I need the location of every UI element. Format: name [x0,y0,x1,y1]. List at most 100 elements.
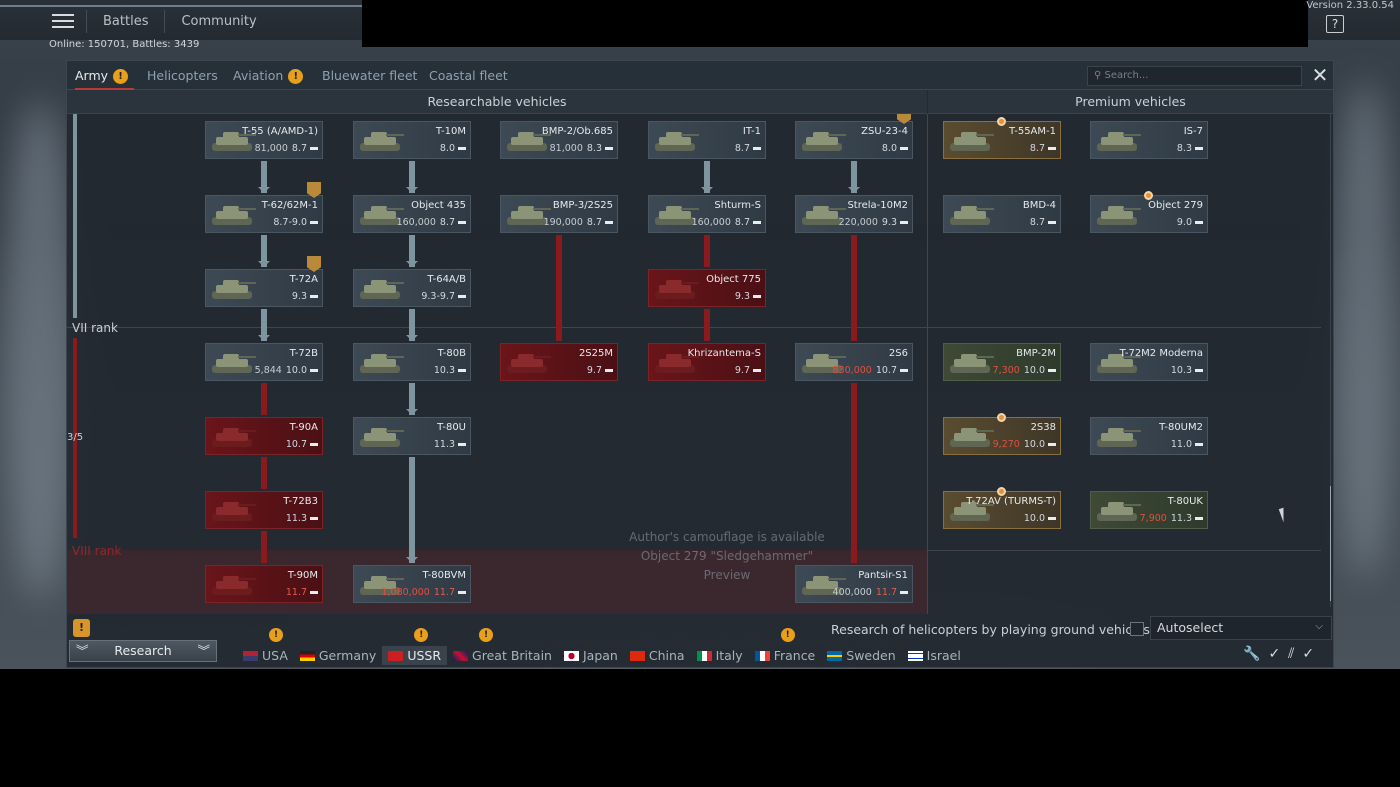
vehicle-card[interactable]: Object 435 160,000 8.7 [353,195,471,233]
vehicle-card[interactable]: IS-7 8.3 [1090,121,1208,159]
vehicle-card[interactable]: T-72B3 11.3 [205,491,323,529]
vehicle-name: T-80B [437,348,466,359]
vehicle-class-icon [605,369,613,372]
vehicle-card[interactable]: ZSU-23-4 8.0 [795,121,913,159]
scroll-thumb[interactable] [1330,486,1331,601]
close-icon[interactable]: ✕ [1310,65,1330,85]
vehicle-stats: 11.7 [286,587,318,598]
battle-rating: 11.3 [1170,513,1192,524]
alert-icon[interactable]: ! [73,619,90,637]
vehicle-card[interactable]: BMP-2/Ob.685 81,000 8.3 [500,121,618,159]
research-cost: 7,900 [1139,513,1167,524]
vehicle-card[interactable]: Shturm-S 160,000 8.7 [648,195,766,233]
vehicle-card[interactable]: T-72B 5,844 10.0 [205,343,323,381]
vehicle-card[interactable]: T-64A/B 9.3-9.7 [353,269,471,307]
scrollbar[interactable] [1330,114,1331,607]
search-input[interactable]: ⚲ Search... [1087,66,1302,86]
vehicle-stats: 8.0 [440,143,466,154]
tech-tree-link [556,235,562,341]
vehicle-card[interactable]: T-55AM-1 8.7 [943,121,1061,159]
vehicle-card[interactable]: T-80BVM 1,080,000 11.7 [353,565,471,603]
vehicle-card[interactable]: T-80UM2 11.0 [1090,417,1208,455]
vehicle-stats: 190,000 8.7 [544,217,613,228]
vehicle-card[interactable]: T-90A 10.7 [205,417,323,455]
vehicle-name: IT-1 [742,126,761,137]
tab-bluewater-fleet[interactable]: Bluewater fleet [322,61,417,90]
vehicle-name: Khrizantema-S [687,348,761,359]
tab-helicopters[interactable]: Helicopters [147,61,218,90]
vehicle-card[interactable]: 2S38 9,270 10.0 [943,417,1061,455]
tab-aviation[interactable]: Aviation! [233,61,304,90]
vehicle-card[interactable]: 2S6 830,000 10.7 [795,343,913,381]
vehicle-card[interactable]: 2S25M 9.7 [500,343,618,381]
autoselect-dropdown[interactable]: Autoselect ⌵ [1150,616,1332,640]
flag-icon [299,650,315,661]
camouflage-notice: Author's camouflage is available Object … [607,528,847,585]
menu-icon[interactable] [52,12,74,32]
research-cost: 220,000 [838,217,878,228]
vehicle-card[interactable]: BMP-3/2S25 190,000 8.7 [500,195,618,233]
nation-japan[interactable]: Japan [558,646,624,665]
notice-line: Author's camouflage is available [629,530,825,544]
vehicle-card[interactable]: Object 775 9.3 [648,269,766,307]
notice-preview[interactable]: Preview [607,566,847,585]
check-icon[interactable]: ✓ [1302,646,1314,662]
nation-ussr[interactable]: USSR! [382,628,448,665]
vehicle-stats: 9.7 [735,365,761,376]
nav-battles[interactable]: Battles [86,10,164,33]
help-icon[interactable]: ? [1326,15,1344,33]
nation-label: China [648,648,685,663]
heli-research-checkbox[interactable] [1130,622,1144,636]
vehicle-name: T-80UK [1167,496,1203,507]
nation-china[interactable]: China [624,646,691,665]
researchable-header: Researchable vehicles [67,90,927,114]
battle-rating: 9.3 [291,291,307,302]
nation-sweden[interactable]: Sweden [821,646,901,665]
vehicle-class-icon [458,369,466,372]
nation-usa[interactable]: USA! [237,628,294,665]
double-check-icon[interactable]: ⫽ [1288,646,1294,662]
vehicle-name: IS-7 [1183,126,1203,137]
battle-rating: 10.0 [1023,365,1045,376]
research-tree-window: Army! Helicopters Aviation! Bluewater fl… [66,60,1334,668]
vehicle-card[interactable]: T-90M 11.7 [205,565,323,603]
vehicle-card[interactable]: BMP-2M 7,300 10.0 [943,343,1061,381]
flag-icon [563,650,579,661]
vehicle-card[interactable]: T-72M2 Moderna 10.3 [1090,343,1208,381]
nation-great-britain[interactable]: Great Britain! [447,628,558,665]
vehicle-class-icon [753,147,761,150]
vehicle-card[interactable]: T-80UK 7,900 11.3 [1090,491,1208,529]
nation-germany[interactable]: Germany [294,646,382,665]
vehicle-card[interactable]: Object 279 9.0 [1090,195,1208,233]
nation-italy[interactable]: Italy [691,646,749,665]
vehicle-card[interactable]: Strela-10M2 220,000 9.3 [795,195,913,233]
tab-coastal-fleet[interactable]: Coastal fleet [429,61,508,90]
vehicle-card[interactable]: BMD-4 8.7 [943,195,1061,233]
vehicle-card[interactable]: T-72A 9.3 [205,269,323,307]
vehicle-card[interactable]: T-62/62M-1 8.7-9.0 [205,195,323,233]
vehicle-card[interactable]: T-80B 10.3 [353,343,471,381]
vehicle-card[interactable]: T-72AV (TURMS-T) 10.0 [943,491,1061,529]
vehicle-card[interactable]: T-10M 8.0 [353,121,471,159]
vehicle-card[interactable]: T-80U 11.3 [353,417,471,455]
vehicle-card[interactable]: IT-1 8.7 [648,121,766,159]
vehicle-stats: 81,000 8.7 [255,143,318,154]
research-button[interactable]: ︾ Research ︾ [69,640,217,662]
tab-army[interactable]: Army! [75,61,135,90]
wrench-icon[interactable]: 🔧 [1243,646,1260,662]
vehicle-stats: 10.0 [1024,513,1056,524]
vehicle-class-icon [310,369,318,372]
tech-tree-link [704,235,710,267]
battle-rating: 10.0 [1023,513,1045,524]
vehicle-name: Shturm-S [714,200,761,211]
chevron-icon: ︾ [197,643,210,658]
nation-israel[interactable]: Israel [902,646,967,665]
nav-community[interactable]: Community [164,10,272,33]
check-icon[interactable]: ✓ [1268,646,1280,662]
nation-france[interactable]: France! [749,628,822,665]
vehicle-card[interactable]: Khrizantema-S 9.7 [648,343,766,381]
arrow-down-icon [258,261,270,267]
vehicle-class-icon [900,221,908,224]
vehicle-card[interactable]: T-55 (A/AMD-1) 81,000 8.7 [205,121,323,159]
vehicle-stats: 220,000 9.3 [839,217,908,228]
